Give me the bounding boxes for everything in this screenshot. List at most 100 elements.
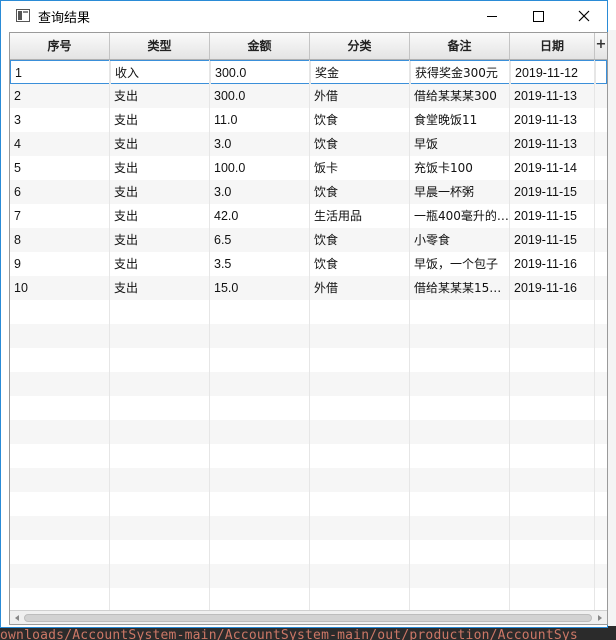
table-cell-index[interactable]: 4 bbox=[10, 132, 110, 156]
table-cell-category[interactable]: 外借 bbox=[310, 84, 410, 108]
table-cell-date[interactable]: 2019-11-15 bbox=[510, 180, 595, 204]
empty-table-row bbox=[10, 516, 607, 540]
minimize-button[interactable] bbox=[469, 1, 515, 31]
query-results-window: 查询结果 序号 类型 金额 分类 备注 日期 + 1 收入 300.0 奖金 获得奖金300元 201… bbox=[0, 0, 608, 628]
table-cell-note[interactable]: 早晨一杯粥 bbox=[410, 180, 510, 204]
table-cell-date[interactable]: 2019-11-13 bbox=[510, 84, 595, 108]
scroll-left-button[interactable] bbox=[12, 613, 22, 623]
empty-table-row bbox=[10, 468, 607, 492]
table-cell-amount[interactable]: 42.0 bbox=[210, 204, 310, 228]
table-cell-note[interactable]: 借给某某某15… bbox=[410, 276, 510, 300]
table-cell-category[interactable]: 奖金 bbox=[311, 61, 411, 85]
table-cell-date[interactable]: 2019-11-16 bbox=[510, 252, 595, 276]
header-col-type[interactable]: 类型 bbox=[110, 33, 210, 59]
header-col-date[interactable]: 日期 bbox=[510, 33, 595, 59]
table-cell-type[interactable]: 支出 bbox=[110, 204, 210, 228]
title-bar[interactable]: 查询结果 bbox=[1, 1, 607, 31]
table-cell-category[interactable]: 生活用品 bbox=[310, 204, 410, 228]
table-row[interactable]: 6 支出 3.0 饮食 早晨一杯粥 2019-11-15 bbox=[10, 180, 607, 204]
table-cell-note[interactable]: 获得奖金300元 bbox=[411, 61, 511, 85]
table-row[interactable]: 10 支出 15.0 外借 借给某某某15… 2019-11-16 bbox=[10, 276, 607, 300]
table-cell-date[interactable]: 2019-11-14 bbox=[510, 156, 595, 180]
table-cell-note[interactable]: 早饭 bbox=[410, 132, 510, 156]
table-cell-amount[interactable]: 300.0 bbox=[210, 84, 310, 108]
table-cell-type[interactable]: 收入 bbox=[111, 61, 211, 85]
table-cell-type[interactable]: 支出 bbox=[110, 276, 210, 300]
table-cell-amount[interactable]: 11.0 bbox=[210, 108, 310, 132]
table-cell-index[interactable]: 6 bbox=[10, 180, 110, 204]
table-cell-index[interactable]: 2 bbox=[10, 84, 110, 108]
table-cell-amount[interactable]: 3.0 bbox=[210, 180, 310, 204]
table-cell-note[interactable]: 借给某某某300 bbox=[410, 84, 510, 108]
table-cell-date[interactable]: 2019-11-15 bbox=[510, 204, 595, 228]
header-col-note[interactable]: 备注 bbox=[410, 33, 510, 59]
table-cell-note[interactable]: 食堂晚饭11 bbox=[410, 108, 510, 132]
table-cell-note[interactable]: 早饭，一个包子 bbox=[410, 252, 510, 276]
table-cell-category[interactable]: 饮食 bbox=[310, 180, 410, 204]
close-button[interactable] bbox=[561, 1, 607, 31]
table-cell-amount[interactable]: 300.0 bbox=[211, 61, 311, 85]
table-cell-category[interactable]: 饭卡 bbox=[310, 156, 410, 180]
table-cell-type[interactable]: 支出 bbox=[110, 180, 210, 204]
table-cell-amount[interactable]: 15.0 bbox=[210, 276, 310, 300]
horizontal-scrollbar[interactable] bbox=[10, 610, 607, 624]
table-cell-type[interactable]: 支出 bbox=[110, 228, 210, 252]
table-row[interactable]: 3 支出 11.0 饮食 食堂晚饭11 2019-11-13 bbox=[10, 108, 607, 132]
table-cell-category[interactable]: 饮食 bbox=[310, 132, 410, 156]
scrollbar-thumb[interactable] bbox=[24, 614, 592, 622]
table-cell-amount[interactable]: 3.0 bbox=[210, 132, 310, 156]
table-cell-note[interactable]: 小零食 bbox=[410, 228, 510, 252]
table-cell-index[interactable]: 10 bbox=[10, 276, 110, 300]
empty-table-row bbox=[10, 420, 607, 444]
table-cell-amount[interactable]: 100.0 bbox=[210, 156, 310, 180]
table-cell-index[interactable]: 3 bbox=[10, 108, 110, 132]
table-cell-date[interactable]: 2019-11-16 bbox=[510, 276, 595, 300]
table-cell-type[interactable]: 支出 bbox=[110, 132, 210, 156]
arrow-left-icon bbox=[15, 615, 19, 621]
scroll-right-button[interactable] bbox=[595, 613, 605, 623]
console-path-text: ownloads/AccountSystem-main/AccountSyste… bbox=[0, 628, 578, 640]
table-cell-index[interactable]: 5 bbox=[10, 156, 110, 180]
empty-table-row bbox=[10, 492, 607, 516]
table-cell-category[interactable]: 外借 bbox=[310, 276, 410, 300]
table-body: 1 收入 300.0 奖金 获得奖金300元 2019-11-12 2 支出 300.0 外借 借给… bbox=[10, 60, 607, 612]
header-col-index[interactable]: 序号 bbox=[10, 33, 110, 59]
table-cell-type[interactable]: 支出 bbox=[110, 252, 210, 276]
table-cell-index[interactable]: 1 bbox=[11, 61, 111, 85]
table-row[interactable]: 8 支出 6.5 饮食 小零食 2019-11-15 bbox=[10, 228, 607, 252]
background-app-right bbox=[608, 30, 616, 630]
arrow-right-icon bbox=[598, 615, 602, 621]
table-cell-amount[interactable]: 3.5 bbox=[210, 252, 310, 276]
table-cell-note[interactable]: 一瓶400毫升的… bbox=[410, 204, 510, 228]
table-cell-date[interactable]: 2019-11-12 bbox=[511, 61, 596, 85]
table-cell-amount[interactable]: 6.5 bbox=[210, 228, 310, 252]
empty-table-row bbox=[10, 396, 607, 420]
table-cell-date[interactable]: 2019-11-13 bbox=[510, 132, 595, 156]
table-row[interactable]: 2 支出 300.0 外借 借给某某某300 2019-11-13 bbox=[10, 84, 607, 108]
maximize-icon bbox=[532, 10, 544, 22]
maximize-button[interactable] bbox=[515, 1, 561, 31]
table-row[interactable]: 7 支出 42.0 生活用品 一瓶400毫升的… 2019-11-15 bbox=[10, 204, 607, 228]
table-cell-date[interactable]: 2019-11-15 bbox=[510, 228, 595, 252]
results-table[interactable]: 序号 类型 金额 分类 备注 日期 + 1 收入 300.0 奖金 获得奖金300元 2019-11-… bbox=[9, 32, 608, 625]
table-cell-index[interactable]: 9 bbox=[10, 252, 110, 276]
table-row[interactable]: 1 收入 300.0 奖金 获得奖金300元 2019-11-12 bbox=[10, 60, 607, 85]
table-cell-date[interactable]: 2019-11-13 bbox=[510, 108, 595, 132]
empty-table-row bbox=[10, 372, 607, 396]
table-row[interactable]: 5 支出 100.0 饭卡 充饭卡100 2019-11-14 bbox=[10, 156, 607, 180]
close-icon bbox=[578, 10, 590, 22]
table-cell-category[interactable]: 饮食 bbox=[310, 252, 410, 276]
table-cell-index[interactable]: 7 bbox=[10, 204, 110, 228]
table-cell-note[interactable]: 充饭卡100 bbox=[410, 156, 510, 180]
table-row[interactable]: 4 支出 3.0 饮食 早饭 2019-11-13 bbox=[10, 132, 607, 156]
table-cell-index[interactable]: 8 bbox=[10, 228, 110, 252]
table-cell-type[interactable]: 支出 bbox=[110, 108, 210, 132]
table-cell-category[interactable]: 饮食 bbox=[310, 228, 410, 252]
table-row[interactable]: 9 支出 3.5 饮食 早饭，一个包子 2019-11-16 bbox=[10, 252, 607, 276]
header-col-amount[interactable]: 金额 bbox=[210, 33, 310, 59]
header-col-category[interactable]: 分类 bbox=[310, 33, 410, 59]
column-menu-button[interactable]: + bbox=[595, 33, 607, 59]
table-cell-type[interactable]: 支出 bbox=[110, 84, 210, 108]
table-cell-category[interactable]: 饮食 bbox=[310, 108, 410, 132]
table-cell-type[interactable]: 支出 bbox=[110, 156, 210, 180]
